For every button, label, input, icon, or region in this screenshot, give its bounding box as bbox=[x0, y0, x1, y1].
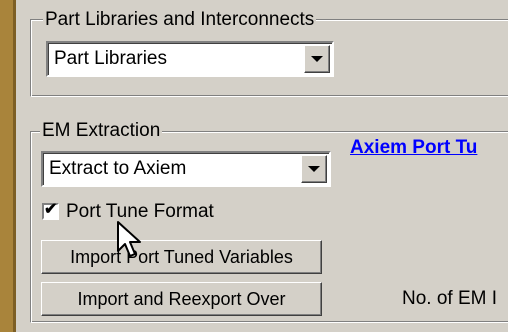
em-extraction-dropdown-value: Extract to Axiem bbox=[49, 158, 187, 179]
part-libraries-dropdown[interactable]: Part Libraries bbox=[46, 41, 334, 77]
part-libraries-dropdown-button[interactable] bbox=[304, 45, 330, 73]
em-extraction-dropdown-button[interactable] bbox=[301, 155, 327, 183]
part-libraries-group-legend: Part Libraries and Interconnects bbox=[43, 9, 317, 31]
checkmark-icon: ✔ bbox=[44, 201, 58, 218]
em-count-label: No. of EM I bbox=[402, 288, 498, 309]
chevron-down-icon bbox=[308, 166, 320, 172]
import-port-tuned-variables-button[interactable]: Import Port Tuned Variables bbox=[41, 240, 322, 274]
chevron-down-icon bbox=[311, 56, 323, 62]
axiem-port-tune-link[interactable]: Axiem Port Tu bbox=[350, 137, 477, 159]
mouse-cursor-icon bbox=[117, 221, 141, 257]
import-and-reexport-button[interactable]: Import and Reexport Over bbox=[41, 282, 322, 316]
port-tune-format-checkbox[interactable]: ✔ bbox=[42, 201, 59, 220]
em-extraction-group-legend: EM Extraction bbox=[40, 120, 163, 142]
part-libraries-dropdown-value: Part Libraries bbox=[54, 48, 167, 69]
em-extraction-dropdown[interactable]: Extract to Axiem bbox=[41, 151, 331, 187]
window-frame-left bbox=[0, 0, 13, 332]
